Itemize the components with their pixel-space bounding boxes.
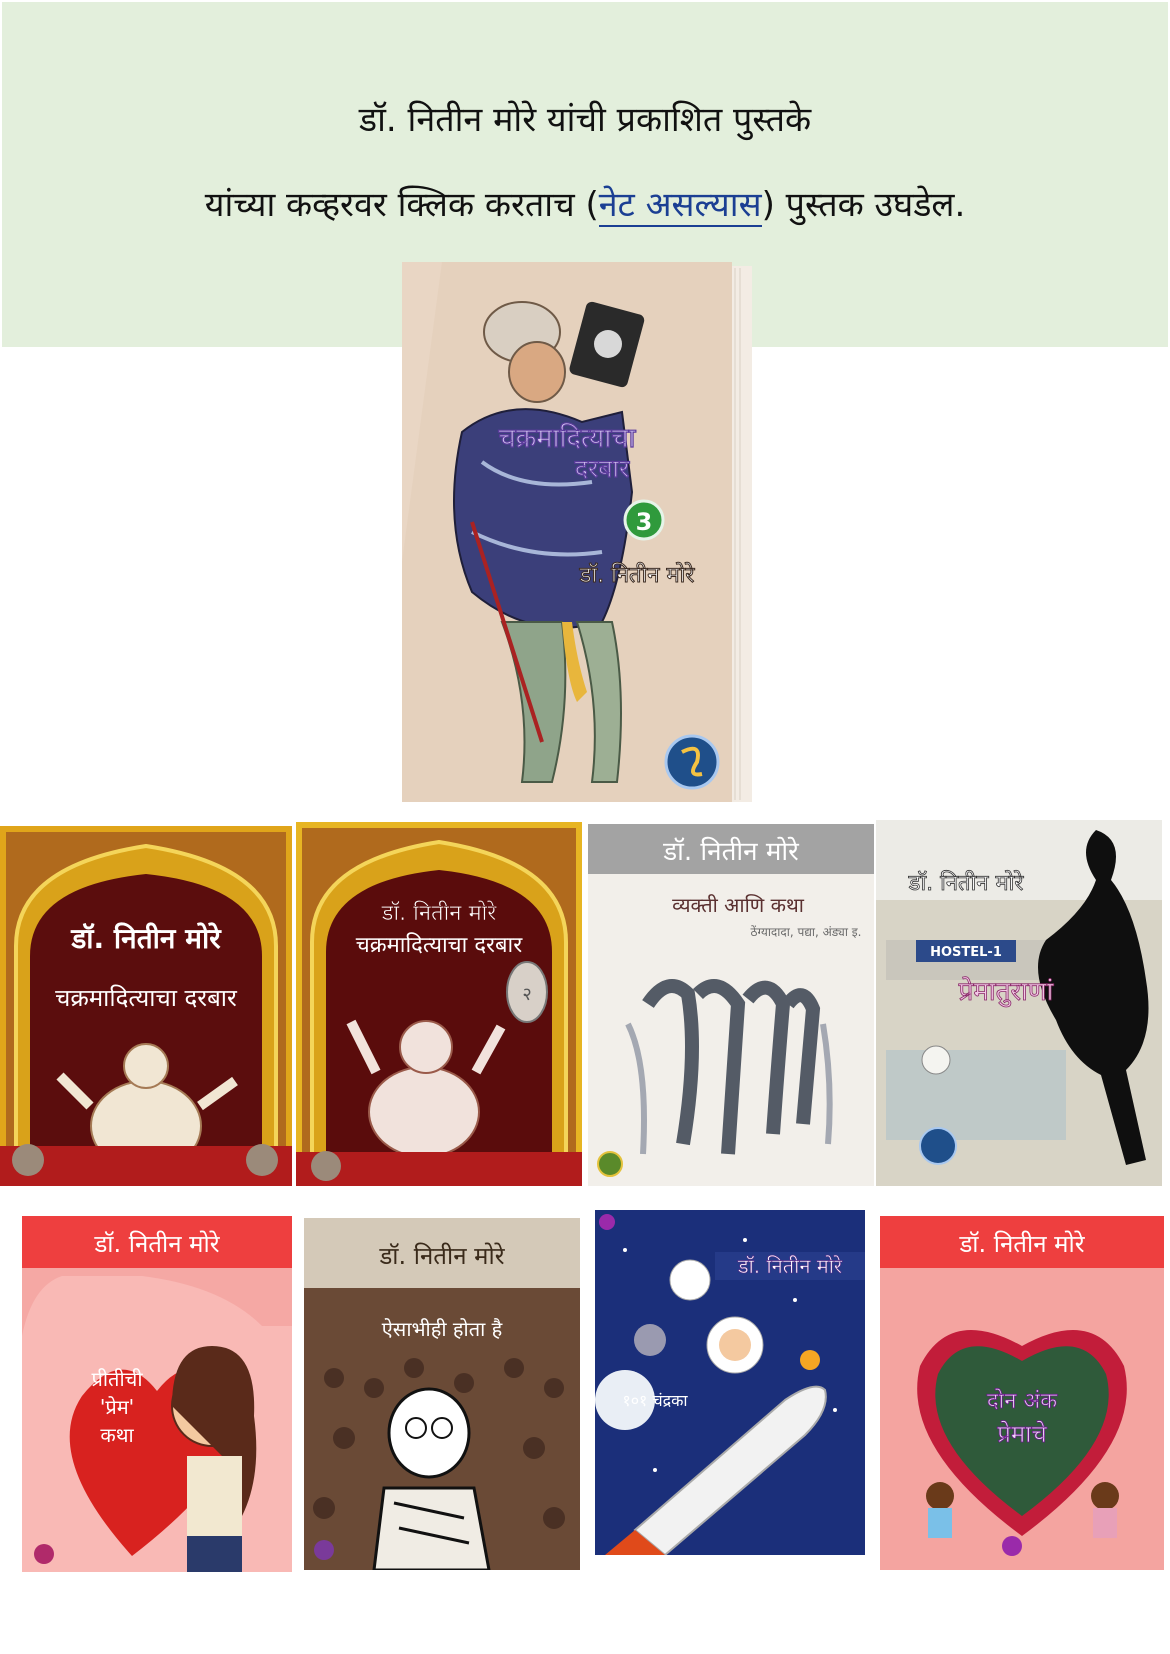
cover5-title-1: प्रीतीची bbox=[91, 1367, 143, 1391]
cover-art-6: डॉ. नितीन मोरे ऐसाभीही होता है bbox=[304, 1218, 580, 1570]
book-cover-chakramaditya-2[interactable]: डॉ. नितीन मोरे चक्रमादित्याचा दरबार २ bbox=[296, 822, 582, 1186]
featured-title-line1: चक्रमादित्याचा bbox=[499, 422, 637, 454]
book-cover-vyakti-ani-katha[interactable]: डॉ. नितीन मोरे व्यक्ती आणि कथा ठेंग्यादा… bbox=[588, 824, 874, 1186]
cover2-author: डॉ. नितीन मोरे bbox=[381, 900, 498, 926]
cover3-subtitle: ठेंग्यादादा, पद्या, अंड्या इ. bbox=[751, 925, 862, 939]
instruction-before: यांच्या कव्हरवर क्लिक करताच ( bbox=[204, 185, 599, 225]
book-cover-chakramaditya-1[interactable]: डॉ. नितीन मोरे चक्रमादित्याचा दरबार bbox=[0, 826, 292, 1186]
cover2-title: चक्रमादित्याचा दरबार bbox=[356, 932, 524, 958]
featured-cover-art: चक्रमादित्याचा दरबार 3 डॉ. नितीन मोरे bbox=[402, 262, 752, 802]
cover7-author: डॉ. नितीन मोरे bbox=[737, 1254, 843, 1278]
cover4-title: प्रेमातुराणां bbox=[959, 976, 1055, 1007]
cover5-author: डॉ. नितीन मोरे bbox=[93, 1230, 220, 1258]
cover5-title-3: कथा bbox=[100, 1423, 134, 1447]
cover1-title: चक्रमादित्याचा दरबार bbox=[55, 984, 238, 1012]
cover7-title: १०१ चंद्रका bbox=[622, 1391, 688, 1410]
featured-volume: 3 bbox=[636, 508, 653, 536]
cover1-author: डॉ. नितीन मोरे bbox=[70, 922, 222, 955]
cover5-title-2: 'प्रेम' bbox=[100, 1395, 134, 1419]
cover3-title: व्यक्ती आणि कथा bbox=[672, 893, 805, 917]
cover8-title-2: प्रेमाचे bbox=[997, 1420, 1047, 1448]
cover-art-7: डॉ. नितीन मोरे १०१ चंद्रका bbox=[595, 1210, 865, 1555]
book-cover-aisabhihi-hota-hai[interactable]: डॉ. नितीन मोरे ऐसाभीही होता है bbox=[304, 1218, 580, 1570]
cover-art-2: डॉ. नितीन मोरे चक्रमादित्याचा दरबार २ bbox=[296, 822, 582, 1186]
featured-author: डॉ. नितीन मोरे bbox=[579, 562, 696, 588]
featured-title-line2: दरबार bbox=[575, 454, 630, 483]
book-cover-chandra[interactable]: डॉ. नितीन मोरे १०१ चंद्रका bbox=[595, 1210, 865, 1555]
book-cover-don-ank-premache[interactable]: डॉ. नितीन मोरे दोन अंक प्रेमाचे bbox=[880, 1216, 1164, 1570]
net-link[interactable]: नेट असल्यास bbox=[598, 185, 762, 227]
cover2-volume: २ bbox=[522, 984, 531, 1005]
cover-art-8: डॉ. नितीन मोरे दोन अंक प्रेमाचे bbox=[880, 1216, 1164, 1570]
cover-art-3: डॉ. नितीन मोरे व्यक्ती आणि कथा ठेंग्यादा… bbox=[588, 824, 874, 1186]
cover8-title-1: दोन अंक bbox=[987, 1388, 1058, 1414]
page-title: डॉ. नितीन मोरे यांची प्रकाशित पुस्तके bbox=[358, 100, 812, 140]
book-cover-prematuranam[interactable]: HOSTEL-1 डॉ. नितीन मोरे प्रेमातुराणां bbox=[876, 820, 1162, 1186]
instruction-after: ) पुस्तक उघडेल. bbox=[761, 185, 966, 225]
cover6-title: ऐसाभीही होता है bbox=[382, 1317, 503, 1341]
cover-art-1: डॉ. नितीन मोरे चक्रमादित्याचा दरबार bbox=[0, 826, 292, 1186]
instruction-text: यांच्या कव्हरवर क्लिक करताच (नेट असल्यास… bbox=[0, 180, 1170, 227]
cover6-author: डॉ. नितीन मोरे bbox=[378, 1242, 505, 1270]
cover-art-4: HOSTEL-1 डॉ. नितीन मोरे प्रेमातुराणां bbox=[876, 820, 1162, 1186]
cover-art-5: डॉ. नितीन मोरे प्रीतीची 'प्रेम' कथा bbox=[22, 1216, 292, 1572]
book-cover-pritichi-prem-katha[interactable]: डॉ. नितीन मोरे प्रीतीची 'प्रेम' कथा bbox=[22, 1216, 292, 1572]
cover8-author: डॉ. नितीन मोरे bbox=[958, 1230, 1085, 1258]
cover4-sign: HOSTEL-1 bbox=[930, 945, 1002, 960]
cover4-author: डॉ. नितीन मोरे bbox=[908, 870, 1025, 896]
featured-book-cover[interactable]: चक्रमादित्याचा दरबार 3 डॉ. नितीन मोरे bbox=[402, 262, 752, 802]
cover3-author: डॉ. नितीन मोरे bbox=[662, 836, 800, 867]
